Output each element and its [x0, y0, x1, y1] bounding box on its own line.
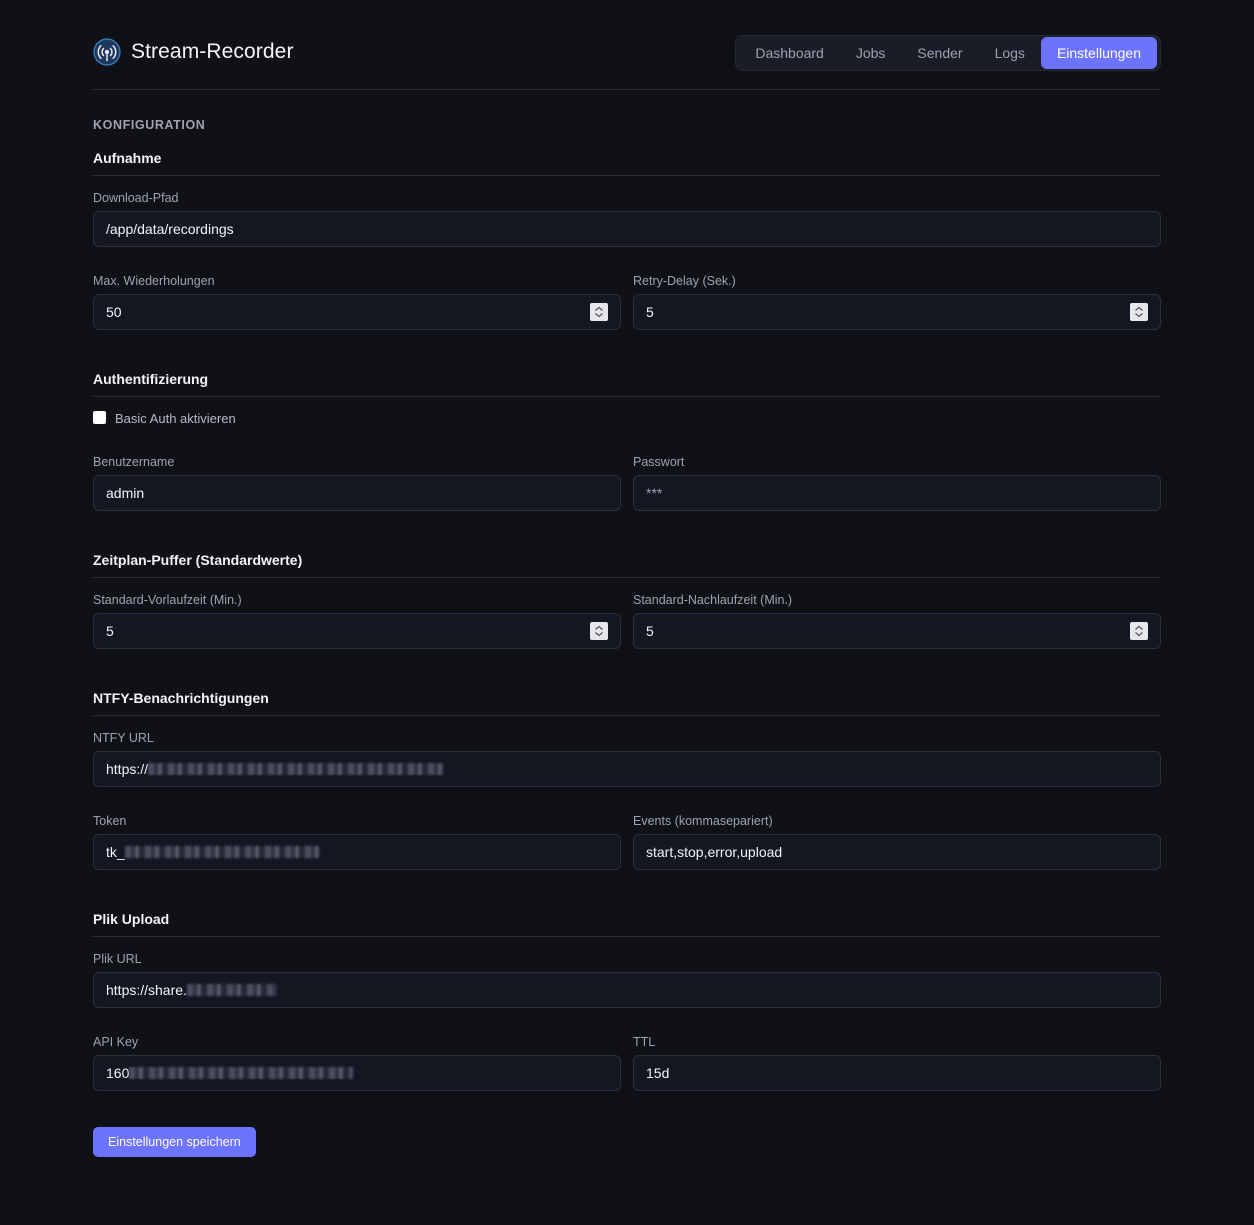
max-retries-input[interactable]: 50 [93, 294, 621, 330]
ttl-value: 15d [646, 1065, 670, 1081]
basic-auth-label[interactable]: Basic Auth aktivieren [115, 411, 236, 426]
group-title-schedule: Zeitplan-Puffer (Standardwerte) [93, 552, 303, 568]
stepper-arrows-icon[interactable] [590, 303, 608, 321]
ttl-label: TTL [633, 1035, 656, 1049]
events-input[interactable]: start,stop,error,upload [633, 834, 1161, 870]
follow-time-value: 5 [646, 623, 654, 639]
token-value: tk_ [106, 844, 125, 860]
save-settings-button[interactable]: Einstellungen speichern [93, 1127, 256, 1157]
token-label: Token [93, 814, 127, 828]
events-label: Events (kommasepariert) [633, 814, 773, 828]
follow-time-input[interactable]: 5 [633, 613, 1161, 649]
broadcast-icon [93, 38, 121, 66]
follow-time-label: Standard-Nachlaufzeit (Min.) [633, 593, 793, 607]
password-input[interactable]: *** [633, 475, 1161, 511]
divider [93, 715, 1161, 716]
plik-url-input[interactable]: https://share. [93, 972, 1161, 1008]
app-title: Stream-Recorder [131, 40, 294, 63]
nav-dashboard[interactable]: Dashboard [739, 37, 840, 69]
divider [93, 936, 1161, 937]
group-title-recording: Aufnahme [93, 150, 162, 166]
basic-auth-checkbox[interactable] [93, 411, 106, 424]
download-path-value: /app/data/recordings [106, 221, 234, 237]
redacted-text [124, 846, 319, 859]
ntfy-url-input[interactable]: https:// [93, 751, 1161, 787]
api-key-label: API Key [93, 1035, 139, 1049]
lead-time-value: 5 [106, 623, 114, 639]
plik-url-value: https://share. [106, 982, 187, 998]
download-path-input[interactable]: /app/data/recordings [93, 211, 1161, 247]
nav-einstellungen[interactable]: Einstellungen [1040, 37, 1157, 69]
redacted-text [148, 763, 445, 776]
nav-jobs[interactable]: Jobs [840, 37, 902, 69]
password-label: Passwort [633, 455, 685, 469]
ntfy-url-value: https:// [106, 761, 149, 777]
header-divider [93, 89, 1161, 90]
section-title: KONFIGURATION [93, 118, 206, 132]
username-value: admin [106, 485, 145, 501]
plik-url-label: Plik URL [93, 952, 142, 966]
group-title-auth: Authentifizierung [93, 371, 209, 387]
group-title-ntfy: NTFY-Benachrichtigungen [93, 690, 269, 706]
api-key-input[interactable]: 160 [93, 1055, 621, 1091]
retry-delay-input[interactable]: 5 [633, 294, 1161, 330]
ntfy-url-label: NTFY URL [93, 731, 154, 745]
brand: Stream-Recorder [93, 38, 294, 66]
username-label: Benutzername [93, 455, 175, 469]
header: Stream-Recorder Dashboard Jobs Sender Lo… [93, 35, 1161, 71]
events-value: start,stop,error,upload [646, 844, 783, 860]
stepper-arrows-icon[interactable] [1130, 622, 1148, 640]
max-retries-value: 50 [106, 304, 122, 320]
divider [93, 396, 1161, 397]
retry-delay-value: 5 [646, 304, 654, 320]
password-value: *** [646, 485, 663, 501]
retry-delay-label: Retry-Delay (Sek.) [633, 274, 736, 288]
nav-logs[interactable]: Logs [979, 37, 1041, 69]
lead-time-label: Standard-Vorlaufzeit (Min.) [93, 593, 242, 607]
stepper-arrows-icon[interactable] [590, 622, 608, 640]
divider [93, 175, 1161, 176]
stepper-arrows-icon[interactable] [1130, 303, 1148, 321]
redacted-text [129, 1067, 354, 1080]
ttl-input[interactable]: 15d [633, 1055, 1161, 1091]
redacted-text [186, 984, 277, 997]
group-title-plik: Plik Upload [93, 911, 170, 927]
download-path-label: Download-Pfad [93, 191, 179, 205]
divider [93, 577, 1161, 578]
nav-sender[interactable]: Sender [901, 37, 978, 69]
api-key-value: 160 [106, 1065, 130, 1081]
max-retries-label: Max. Wiederholungen [93, 274, 215, 288]
lead-time-input[interactable]: 5 [93, 613, 621, 649]
token-input[interactable]: tk_ [93, 834, 621, 870]
main-nav: Dashboard Jobs Sender Logs Einstellungen [735, 35, 1161, 71]
username-input[interactable]: admin [93, 475, 621, 511]
